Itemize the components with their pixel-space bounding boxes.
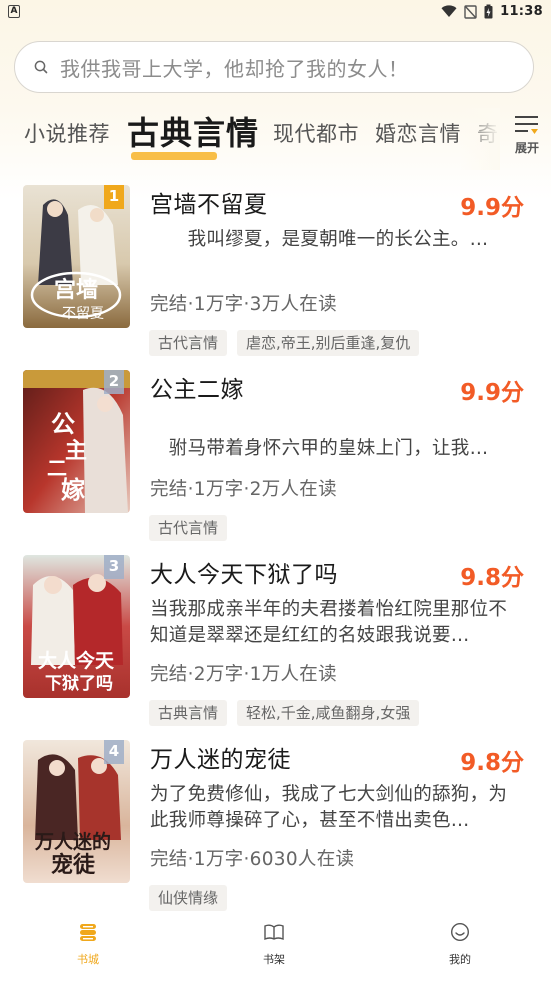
bookstore-icon — [80, 924, 96, 941]
cover-title: 宫墙 — [54, 277, 98, 303]
book-title[interactable]: 万人迷的宠徒 — [150, 740, 291, 774]
header-background — [0, 0, 551, 200]
status-icons: 11:38 — [441, 4, 543, 19]
notification-icon: A — [8, 5, 20, 18]
book-meta: 完结·2万字·1万人在读 — [150, 664, 337, 685]
book-item[interactable]: 宫墙 不留夏 1 宫墙不留夏 9.9分 我叫缪夏，是夏朝唯一的长公主。… 完结·… — [0, 185, 551, 367]
search-icon — [34, 60, 48, 74]
svg-text:不留夏: 不留夏 — [62, 306, 104, 322]
book-tag[interactable]: 古代言情 — [149, 330, 228, 356]
bottom-nav: 书城 书架 我的 — [0, 912, 551, 989]
wifi-icon — [441, 5, 457, 17]
book-meta: 完结·1万字·6030人在读 — [150, 849, 355, 870]
status-time: 11:38 — [500, 4, 543, 19]
book-score: 9.9分 — [460, 380, 524, 406]
book-description: 为了免费修仙，我成了七大剑仙的舔狗，为此我师尊操碎了心，甚至不惜出卖色… — [150, 784, 508, 831]
svg-text:宠徒: 宠徒 — [51, 852, 96, 878]
book-item[interactable]: 大人今天 下狱了吗 3 大人今天下狱了吗 9.8分 当我那成亲半年的夫君搂着怡红… — [0, 555, 551, 737]
cover-title: 万人迷的 — [34, 830, 111, 853]
expand-menu-icon — [515, 116, 538, 134]
tab-novel-recommend[interactable]: 小说推荐 — [24, 118, 110, 148]
search-placeholder: 我供我哥上大学，他却抢了我的女人！ — [60, 56, 409, 81]
tab-marriage-romance[interactable]: 婚恋言情 — [375, 118, 461, 148]
book-tags: 仙侠情缘 — [149, 885, 228, 911]
signal-off-icon — [464, 4, 477, 19]
book-cover[interactable]: 公 主 二 嫁 2 — [23, 370, 130, 513]
expand-categories-button[interactable]: 展开 — [508, 114, 546, 164]
book-meta: 完结·1万字·3万人在读 — [150, 294, 337, 315]
tab-classical-romance[interactable]: 古典言情 — [127, 108, 259, 154]
book-title[interactable]: 宫墙不留夏 — [150, 185, 268, 219]
book-score: 9.8分 — [460, 750, 524, 776]
book-score: 9.9分 — [460, 195, 524, 221]
book-description: 当我那成亲半年的夫君搂着怡红院里那位不知道是翠翠还是红红的名妓跟我说要… — [150, 599, 508, 646]
nav-label: 我的 — [449, 953, 471, 966]
profile-icon — [450, 922, 470, 942]
tabs-fade — [460, 108, 500, 170]
book-tags: 古代言情 虐恋,帝王,别后重逢,复仇 — [149, 330, 420, 356]
book-description: 驸马带着身怀六甲的皇妹上门，让我… — [150, 438, 489, 459]
book-item[interactable]: 公 主 二 嫁 2 公主二嫁 9.9分 驸马带着身怀六甲的皇妹上门，让我… 完结… — [0, 370, 551, 552]
nav-label: 书架 — [263, 953, 285, 966]
bookshelf-icon — [264, 924, 284, 941]
svg-text:嫁: 嫁 — [61, 475, 85, 504]
tab-modern-urban[interactable]: 现代都市 — [273, 118, 359, 148]
svg-text:主: 主 — [65, 438, 87, 464]
cover-title: 公 — [51, 409, 75, 438]
book-tag[interactable]: 古代言情 — [149, 515, 228, 541]
rank-badge: 3 — [104, 555, 124, 579]
book-title[interactable]: 公主二嫁 — [150, 370, 244, 404]
book-description: 我叫缪夏，是夏朝唯一的长公主。… — [150, 229, 489, 250]
book-tag[interactable]: 轻松,千金,咸鱼翻身,女强 — [237, 700, 420, 726]
rank-badge: 2 — [104, 370, 124, 394]
book-tags: 古代言情 — [149, 515, 228, 541]
book-cover[interactable]: 大人今天 下狱了吗 3 — [23, 555, 130, 698]
book-cover[interactable]: 万人迷的 宠徒 4 — [23, 740, 130, 883]
cover-title: 大人今天 — [38, 649, 115, 672]
book-score: 9.8分 — [460, 565, 524, 591]
expand-label: 展开 — [514, 141, 539, 155]
nav-bookshelf[interactable]: 书架 — [229, 922, 319, 967]
battery-icon — [484, 4, 493, 19]
book-meta: 完结·1万字·2万人在读 — [150, 479, 337, 500]
nav-label: 书城 — [77, 953, 99, 966]
svg-text:下狱了吗: 下狱了吗 — [45, 674, 113, 694]
category-tabs: 小说推荐 古典言情 现代都市 婚恋言情 奇 — [0, 108, 500, 170]
rank-badge: 1 — [104, 185, 124, 209]
book-title[interactable]: 大人今天下狱了吗 — [150, 555, 338, 589]
book-tags: 古典言情 轻松,千金,咸鱼翻身,女强 — [149, 700, 420, 726]
book-tag[interactable]: 古典言情 — [149, 700, 228, 726]
book-tag[interactable]: 仙侠情缘 — [149, 885, 228, 911]
book-cover[interactable]: 宫墙 不留夏 1 — [23, 185, 130, 328]
book-item[interactable]: 万人迷的 宠徒 4 万人迷的宠徒 9.8分 为了免费修仙，我成了七大剑仙的舔狗，… — [0, 740, 551, 922]
search-input[interactable]: 我供我哥上大学，他却抢了我的女人！ — [14, 41, 534, 93]
nav-bookstore[interactable]: 书城 — [43, 922, 133, 967]
status-bar: A 11:38 — [0, 0, 551, 24]
nav-profile[interactable]: 我的 — [415, 922, 505, 967]
book-tag[interactable]: 虐恋,帝王,别后重逢,复仇 — [237, 330, 420, 356]
rank-badge: 4 — [104, 740, 124, 764]
